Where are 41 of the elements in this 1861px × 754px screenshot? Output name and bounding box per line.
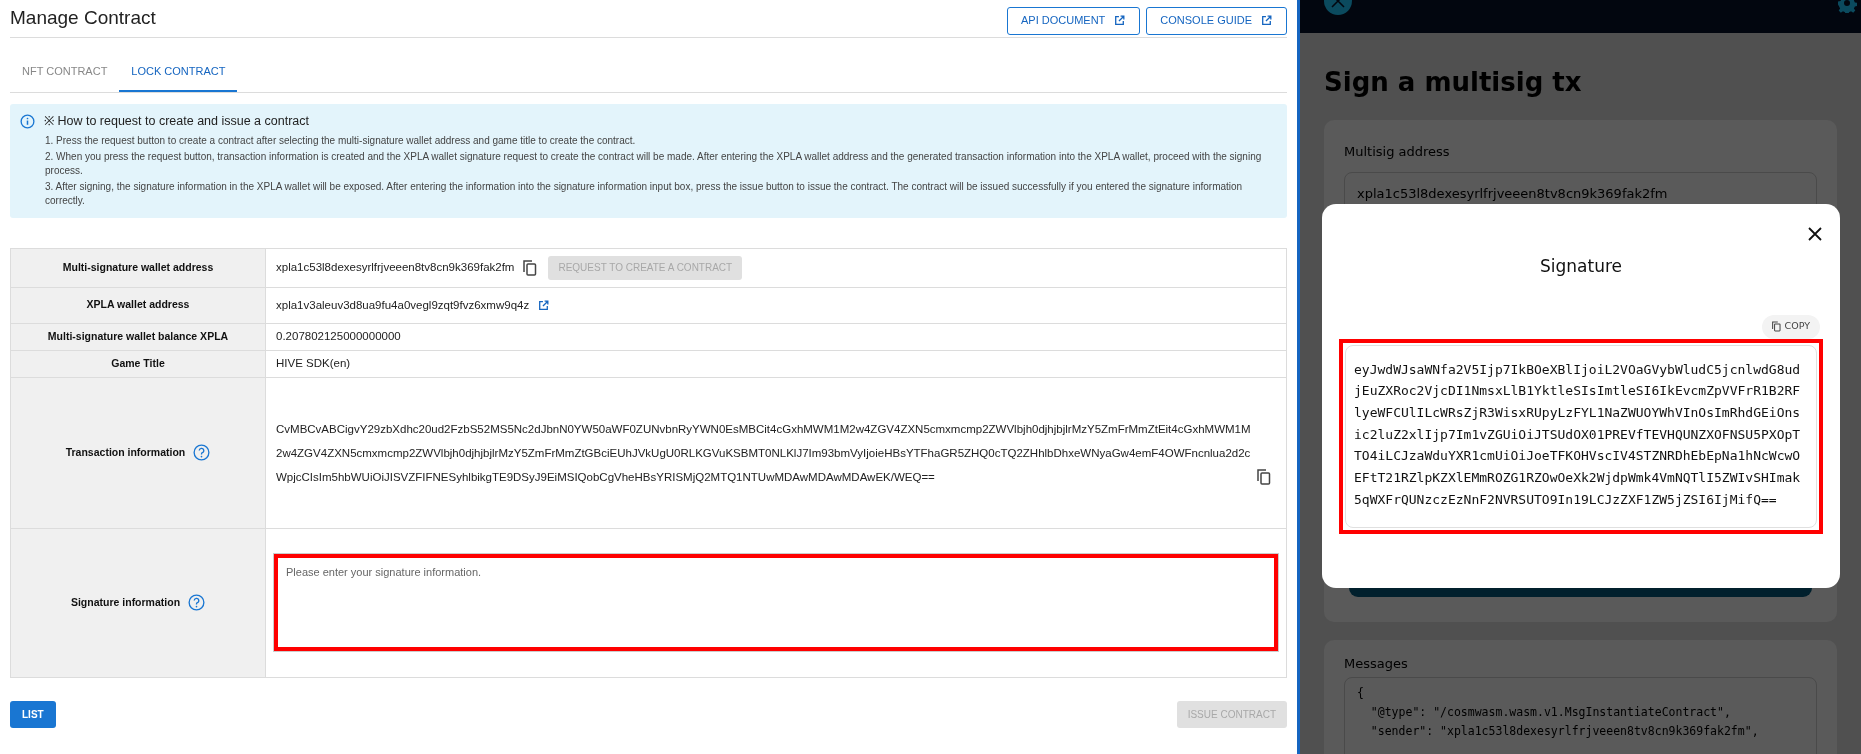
help-icon[interactable] <box>193 444 211 462</box>
signature-input[interactable]: Please enter your signature information. <box>274 554 1278 652</box>
code-line: "@type": "/cosmwasm.wasm.v1.MsgInstantiateContract", <box>1369 703 1732 721</box>
external-link-icon <box>1113 14 1127 27</box>
header-button[interactable]: CONSOLE GUIDE <box>1146 6 1287 35</box>
copy-icon[interactable] <box>1257 468 1271 485</box>
page-title: Manage Contract <box>10 6 156 31</box>
info-title: ※ How to request to create and issue a contract <box>44 113 309 130</box>
header-button[interactable]: API DOCUMENT <box>1006 6 1141 35</box>
panel-title: Sign a multisig tx <box>1324 66 1583 98</box>
list-button[interactable]: LIST <box>10 700 56 728</box>
copy-button[interactable]: COPY <box>1761 314 1820 339</box>
field-label: XPLA wallet address <box>86 297 190 313</box>
code-line: "sender": "xpla1c53l8dexesyrlfrjveeen8tv8cn9k369fak2fm", <box>1369 722 1760 740</box>
signature-text: eyJwdWJsaWNfa2V5Ijp7IkBOeXBlIjoiL2VOaGVybWludC5jcnlwdG8udjEuZXRoc2VjcDI1NmsxLlB1YktleSIsImtleSI6IkEvcmZpVVFrR1B2RFlyeWFCUlILcWRsZjR3WisxRUpyLzFYL1NaZWUOYWhVInOsImRhdGEiOnsic2luZ2xlIjp7Im1vZGUiOiJTSUdOX01PREVfTEVHQUNZXOFNSU5PXOpTTO4iLCJzaWduYXR1cmUiOiJoeTFKOHVscIV4STZNRDhEbEpNa1hNcWcwOEFtT21RZlpKZXlEMmROZG1RZOwOeXk2WjdpWmk4VmNQTlI5ZWIvSHImak5qWXFrQUNzczEzNnF2NVRSUTO9In19LCJzZXF1ZW5jZSI6IjMifQ== <box>1354 360 1801 509</box>
field-label: Game Title <box>111 355 165 371</box>
field-value: xpla1c53l8dexesyrlfrjveeen8tv8cn9k369fak2fm <box>276 260 515 276</box>
info-text: 3. After signing, the signature information in the XPLA wallet will be exposed. After entering the information into the signature information input box, press the issue button to issue the contract. The contract will be issued successfully if you entered the signature information correctly. <box>45 179 1244 208</box>
info-icon <box>20 113 35 129</box>
field-label: Multi-signature wallet address <box>62 259 214 275</box>
close-button[interactable] <box>1807 226 1823 242</box>
info-text: 2. When you press the request button, transaction information is created and the XPLA wallet signature request to create the contract will be made. After entering the XPLA wallet address and the generated transaction information into the XPLA wallet, proceed with the signing process. <box>45 149 1263 178</box>
copy-icon <box>1771 321 1781 332</box>
field-value: HIVE SDK(en) <box>276 356 351 372</box>
field-label: Transaction information <box>65 444 186 460</box>
field-value: xpla1v3aleuv3d8ua9fu4a0vegl9zqt9fvz6xmw9q4z <box>276 297 530 313</box>
external-link-icon[interactable] <box>537 298 551 312</box>
dialog-title: Signature <box>1540 255 1622 278</box>
tab[interactable]: LOCK CONTRACT <box>119 53 238 92</box>
copy-icon[interactable] <box>523 259 538 276</box>
field-label: Multi-signature wallet balance XPLA <box>47 328 229 344</box>
info-text: 1. Press the request button to create a contract after selecting the multi-signature wallet address and game title to create the contract. <box>45 133 637 148</box>
field-label: Messages <box>1344 655 1409 673</box>
code-line: { <box>1357 684 1365 702</box>
field-label: Multisig address <box>1344 143 1451 161</box>
external-link-icon <box>1260 14 1273 27</box>
tab[interactable]: NFT CONTRACT <box>10 53 120 92</box>
field-value: 0.207802125000000000 <box>276 329 401 345</box>
field-label: Signature information <box>70 594 181 610</box>
help-icon[interactable] <box>188 594 206 612</box>
transaction-text: CvMBCvABCigvY29zbXdhc20ud2FzbS52MS5Nc2dJbnN0YW50aWF0ZUNvbnRyYWN0EsMBCit4cGxhMWM1M2w4ZGV4ZXN5cmxmcmp2ZWVlbjh0djhjbjlrMzY5ZmFrMmZtEit4cGxhMWM1M2w4ZGV4ZXN5cmxmcmp2ZWVlbjh0djhjbjlrMzY5ZmFrMmZtGBciEUhJVkUgU0RLKGVuKSBMT0NLKlJ7Im93bmVyIjoieHBsYTFhaGR5ZHQ0cTQ2ZHhlbDhxeWNyaGw4emF4OWFncnlua2d2cWpjcCIsIm5hbWUiOiJISVZFIFNESyhlbikgTE9DSyJ9EiMSIQobCgVheHBsYRISMjQ2MTQ1NTUwMDAwMDAwMDAwEK/WEQ== <box>276 421 1251 485</box>
